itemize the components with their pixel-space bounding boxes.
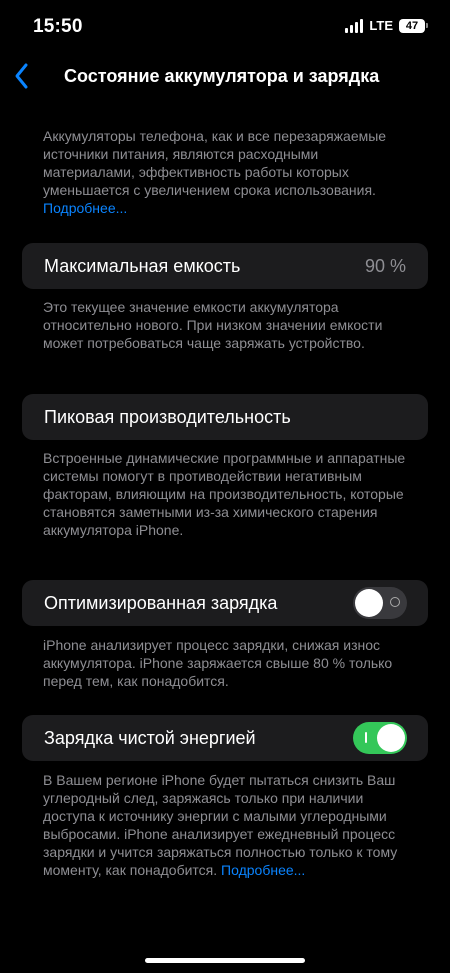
status-icons: LTE 47 bbox=[345, 18, 428, 33]
network-type: LTE bbox=[369, 18, 393, 33]
battery-level: 47 bbox=[399, 18, 425, 33]
back-button[interactable] bbox=[12, 62, 36, 90]
peak-performance-row: Пиковая производительность bbox=[22, 394, 428, 440]
peak-performance-label: Пиковая производительность bbox=[44, 406, 291, 427]
clean-energy-toggle[interactable] bbox=[353, 722, 407, 754]
home-indicator[interactable] bbox=[145, 958, 305, 963]
capacity-description: Это текущее значение емкости аккумулятор… bbox=[43, 299, 383, 351]
status-time: 15:50 bbox=[33, 16, 83, 37]
optimized-charging-label: Оптимизированная зарядка bbox=[44, 592, 278, 613]
clean-energy-learn-more-link[interactable]: Подробнее... bbox=[221, 862, 305, 878]
max-capacity-label: Максимальная емкость bbox=[44, 255, 241, 276]
signal-icon bbox=[345, 18, 364, 33]
intro-description: Аккумуляторы телефона, как и все перезар… bbox=[43, 128, 387, 216]
chevron-left-icon bbox=[15, 63, 28, 89]
navigation-bar: Состояние аккумулятора и зарядка bbox=[0, 58, 450, 94]
optimized-charging-row: Оптимизированная зарядка bbox=[22, 580, 428, 626]
optimized-charging-toggle[interactable] bbox=[353, 587, 407, 619]
battery-icon: 47 bbox=[399, 18, 428, 33]
page-title: Состояние аккумулятора и зарядка bbox=[64, 66, 380, 86]
optimized-charging-description: iPhone анализирует процесс зарядки, сниж… bbox=[43, 637, 393, 689]
clean-energy-label: Зарядка чистой энергией bbox=[44, 727, 256, 748]
peak-performance-description: Встроенные динамические программные и ап… bbox=[43, 450, 406, 538]
max-capacity-row: Максимальная емкость 90 % bbox=[22, 243, 428, 289]
learn-more-link[interactable]: Подробнее... bbox=[43, 200, 127, 216]
clean-energy-description: В Вашем регионе iPhone будет пытаться сн… bbox=[43, 772, 398, 878]
clean-energy-row: Зарядка чистой энергией bbox=[22, 715, 428, 761]
max-capacity-value: 90 % bbox=[364, 255, 406, 276]
status-bar: 15:50 LTE 47 bbox=[0, 0, 450, 54]
